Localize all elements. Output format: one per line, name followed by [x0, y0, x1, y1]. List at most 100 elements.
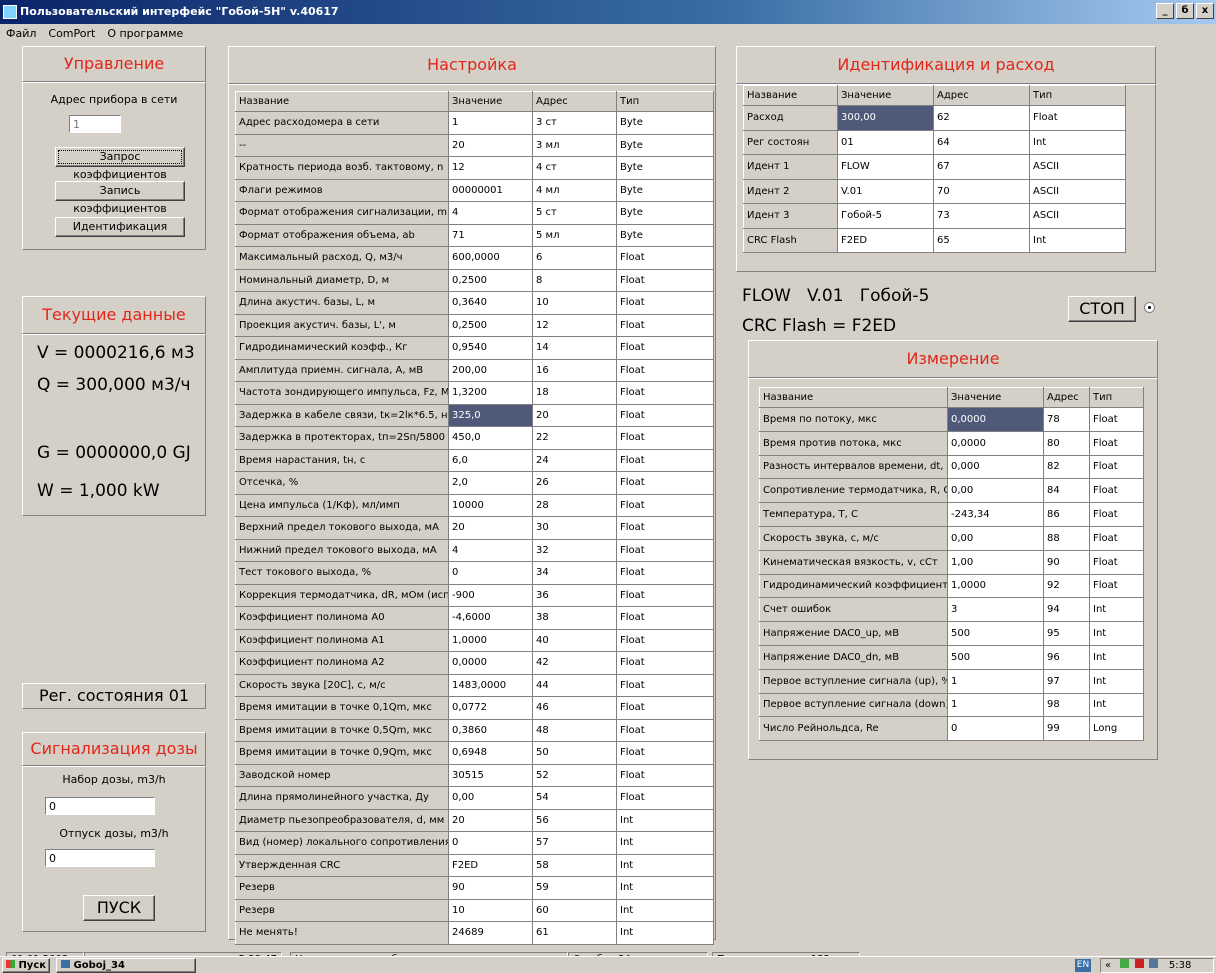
settings-cell-value[interactable]: 2,0: [448, 471, 533, 495]
measure-header-value[interactable]: Значение: [947, 387, 1044, 408]
settings-row[interactable]: Задержка в кабеле связи, tк=2lк*6.5, нс 3…: [235, 403, 714, 427]
settings-row[interactable]: Время имитации в точке 0,1Qm, мкс 0,0772 4…: [235, 696, 714, 720]
ident-header-name[interactable]: Название: [743, 85, 838, 106]
settings-cell-value[interactable]: 30515: [448, 763, 533, 787]
settings-cell-value[interactable]: 20: [448, 133, 533, 157]
language-indicator[interactable]: EN: [1075, 959, 1091, 972]
measure-cell-value[interactable]: 500: [947, 621, 1044, 646]
settings-row[interactable]: Время имитации в точке 0,9Qm, мкс 0,6948 5…: [235, 741, 714, 765]
ident-cell-value[interactable]: V.01: [837, 178, 934, 204]
settings-cell-value[interactable]: 0,3860: [448, 718, 533, 742]
settings-row[interactable]: Верхний предел токового выхода, мА 20 30 Fl…: [235, 516, 714, 540]
write-coeffs-button[interactable]: Запись коэффициентов: [55, 181, 185, 215]
measure-row[interactable]: Первое вступление сигнала (down), % 1 98 In…: [759, 692, 1144, 718]
measure-cell-value[interactable]: 1,00: [947, 549, 1044, 575]
address-input[interactable]: [69, 115, 121, 133]
measure-cell-value[interactable]: -243,34: [947, 502, 1044, 527]
settings-header-value[interactable]: Значение: [448, 91, 533, 112]
settings-cell-value[interactable]: 1,3200: [448, 381, 533, 405]
settings-cell-value[interactable]: 1: [448, 111, 533, 135]
settings-row[interactable]: Утвержденная CRC F2ED 58 Int: [235, 853, 714, 877]
measure-cell-value[interactable]: 0: [947, 716, 1044, 742]
settings-cell-value[interactable]: 10: [448, 898, 533, 922]
settings-cell-value[interactable]: 600,0000: [448, 246, 533, 270]
settings-cell-value[interactable]: 1,0000: [448, 628, 533, 652]
settings-cell-value[interactable]: 450,0: [448, 426, 533, 450]
settings-row[interactable]: Задержка в протекторах, tп=2Sп/5800 , нс…: [235, 426, 714, 450]
close-button[interactable]: x: [1196, 3, 1214, 19]
measure-cell-value[interactable]: 0,0000: [947, 430, 1044, 456]
start-menu-button[interactable]: Пуск: [2, 958, 50, 973]
settings-cell-value[interactable]: 10000: [448, 493, 533, 517]
measure-row[interactable]: Число Рейнольдса, Re 0 99 Long: [759, 716, 1144, 742]
settings-row[interactable]: Проекция акустич. базы, L', м 0,2500 12 Flo…: [235, 313, 714, 337]
measure-row[interactable]: Разность интервалов времени, dt, нс 0,000…: [759, 454, 1144, 480]
settings-cell-value[interactable]: 0,9540: [448, 336, 533, 360]
settings-row[interactable]: -- 20 3 мл Byte: [235, 133, 714, 157]
ident-cell-value[interactable]: Гобой-5: [837, 203, 934, 229]
minimize-button[interactable]: _: [1156, 3, 1174, 19]
settings-cell-value[interactable]: -900: [448, 583, 533, 607]
settings-cell-value[interactable]: 24689: [448, 921, 533, 945]
settings-cell-value[interactable]: 200,00: [448, 358, 533, 382]
tray-expand-icon[interactable]: «: [1105, 960, 1111, 971]
settings-row[interactable]: Длина прямолинейного участка, Ду 0,00 54 Fl…: [235, 786, 714, 810]
dose-set-input[interactable]: [45, 797, 155, 815]
ident-row[interactable]: Расход 300,00 62 Float: [743, 105, 1126, 131]
settings-cell-value[interactable]: 0: [448, 831, 533, 855]
settings-cell-value[interactable]: 325,0: [448, 403, 533, 427]
settings-header-name[interactable]: Название: [235, 91, 449, 112]
settings-cell-value[interactable]: 0,3640: [448, 291, 533, 315]
settings-cell-value[interactable]: -4,6000: [448, 606, 533, 630]
settings-row[interactable]: Тест токового выхода, % 0 34 Float: [235, 561, 714, 585]
measure-row[interactable]: Кинематическая вязкость, v, сСт 1,00 90 Flo…: [759, 549, 1144, 575]
settings-row[interactable]: Заводской номер 30515 52 Float: [235, 763, 714, 787]
measure-row[interactable]: Гидродинамический коэффициент, Кг 1,0000 9…: [759, 573, 1144, 599]
settings-row[interactable]: Флаги режимов 00000001 4 мл Byte: [235, 178, 714, 202]
measure-row[interactable]: Скорость звука, с, м/с 0,00 88 Float: [759, 525, 1144, 551]
identify-button[interactable]: Идентификация: [55, 217, 185, 237]
measure-row[interactable]: Время против потока, мкс 0,0000 80 Float: [759, 430, 1144, 456]
settings-cell-value[interactable]: 0,0000: [448, 651, 533, 675]
settings-row[interactable]: Формат отображения объема, ab 71 5 мл Byte: [235, 223, 714, 247]
measure-cell-value[interactable]: 3: [947, 597, 1044, 623]
settings-row[interactable]: Диаметр пьезопреобразователя, d, мм 20 56 I…: [235, 808, 714, 832]
settings-cell-value[interactable]: 6,0: [448, 448, 533, 472]
settings-row[interactable]: Длина акустич. базы, L, м 0,3640 10 Float: [235, 291, 714, 315]
measure-header-address[interactable]: Адрес: [1043, 387, 1090, 408]
ident-header-value[interactable]: Значение: [837, 85, 934, 106]
stop-radio[interactable]: [1144, 302, 1155, 313]
settings-cell-value[interactable]: 0,00: [448, 786, 533, 810]
measure-row[interactable]: Счет ошибок 3 94 Int: [759, 597, 1144, 623]
ident-cell-value[interactable]: F2ED: [837, 227, 934, 253]
measure-row[interactable]: Сопротивление термодатчика, R, Ом 0,00 84 F…: [759, 478, 1144, 504]
settings-cell-value[interactable]: 90: [448, 876, 533, 900]
measure-row[interactable]: Первое вступление сигнала (up), % 1 97 Int: [759, 668, 1144, 694]
ident-row[interactable]: Рег состоян 01 64 Int: [743, 129, 1126, 155]
settings-row[interactable]: Резерв 90 59 Int: [235, 876, 714, 900]
dose-release-input[interactable]: [45, 849, 155, 867]
measure-row[interactable]: Время по потоку, мкс 0,0000 78 Float: [759, 407, 1144, 432]
settings-header-type[interactable]: Тип: [616, 91, 714, 112]
settings-cell-value[interactable]: 4: [448, 201, 533, 225]
measure-cell-value[interactable]: 0,00: [947, 525, 1044, 551]
settings-row[interactable]: Амплитуда приемн. сигнала, A, мВ 200,00 16…: [235, 358, 714, 382]
measure-cell-value[interactable]: 1: [947, 668, 1044, 694]
start-button[interactable]: ПУСК: [83, 895, 155, 921]
settings-cell-value[interactable]: 12: [448, 156, 533, 180]
settings-row[interactable]: Формат отображения сигнализации, m45 ст B…: [235, 201, 714, 225]
measure-cell-value[interactable]: 500: [947, 644, 1044, 670]
settings-row[interactable]: Кратность периода возб. тактовому, n 12 4 …: [235, 156, 714, 180]
settings-cell-value[interactable]: 20: [448, 808, 533, 832]
measure-cell-value[interactable]: 0,0000: [947, 407, 1044, 432]
settings-row[interactable]: Нижний предел токового выхода, мА 4 32 Floa…: [235, 538, 714, 562]
ident-cell-value[interactable]: 300,00: [837, 105, 934, 131]
measure-header-type[interactable]: Тип: [1089, 387, 1144, 408]
settings-cell-value[interactable]: 20: [448, 516, 533, 540]
settings-row[interactable]: Не менять! 24689 61 Int: [235, 921, 714, 945]
settings-cell-value[interactable]: 0,2500: [448, 313, 533, 337]
settings-cell-value[interactable]: 1483,0000: [448, 673, 533, 697]
ident-cell-value[interactable]: 01: [837, 129, 934, 155]
settings-row[interactable]: Коэффициент полинома A2 0,0000 42 Float: [235, 651, 714, 675]
measure-row[interactable]: Температура, T, С -243,34 86 Float: [759, 502, 1144, 527]
